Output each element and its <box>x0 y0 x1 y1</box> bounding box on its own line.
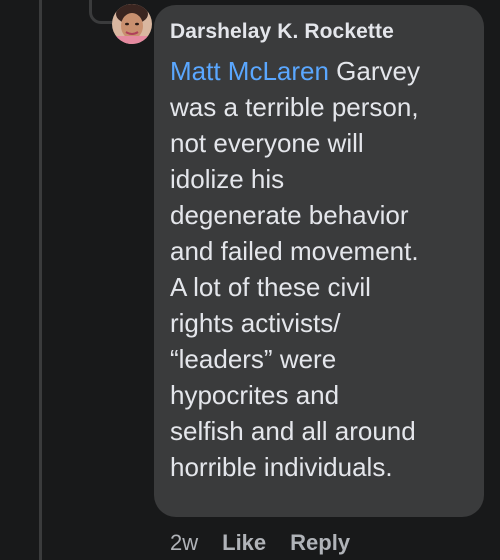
comment-text: Matt McLaren Garvey was a terrible perso… <box>170 53 468 485</box>
mention-link[interactable]: Matt McLaren <box>170 56 329 86</box>
thread-line <box>39 0 42 560</box>
comment-actions: 2w Like Reply <box>170 530 350 556</box>
reply-button[interactable]: Reply <box>290 530 350 556</box>
comment-author[interactable]: Darshelay K. Rockette <box>170 17 468 47</box>
comment-timestamp[interactable]: 2w <box>170 530 198 556</box>
avatar[interactable] <box>112 4 152 44</box>
comment-body: Garvey was a terrible person, not everyo… <box>170 56 420 482</box>
comment-thread: Darshelay K. Rockette Matt McLaren Garve… <box>0 0 500 560</box>
avatar-image <box>112 4 152 44</box>
comment-bubble: Darshelay K. Rockette Matt McLaren Garve… <box>154 5 484 517</box>
reply-connector <box>89 0 114 24</box>
like-button[interactable]: Like <box>222 530 266 556</box>
